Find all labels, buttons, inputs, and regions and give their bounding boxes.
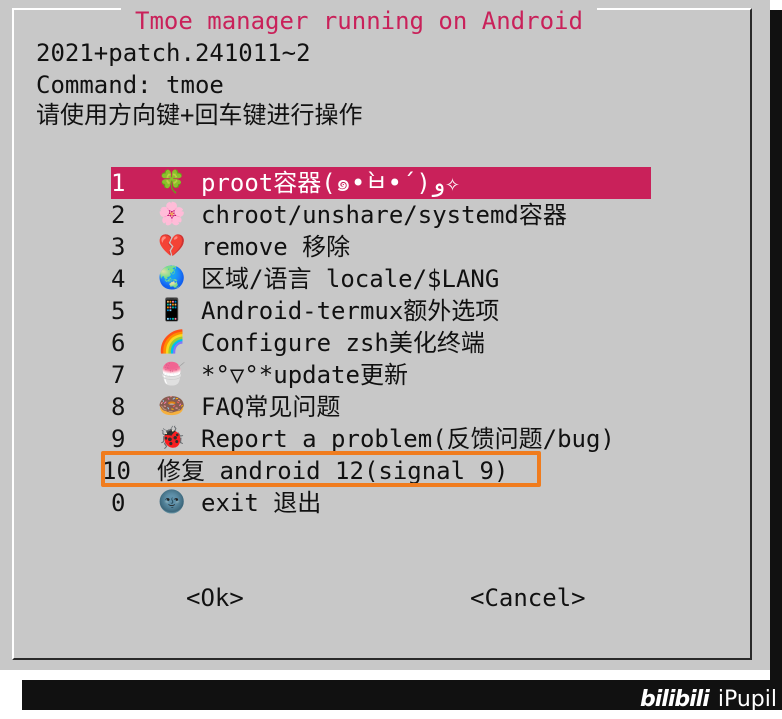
menu-item-termux-options[interactable]: 5 📱 Android-termux额外选项 [111, 295, 651, 327]
bilibili-logo: bilibili [640, 687, 710, 712]
menu-item-label: *°▽°*update更新 [201, 361, 408, 389]
menu-item-number: 8 [111, 393, 126, 421]
menu-item-update[interactable]: 7 🍧 *°▽°*update更新 [111, 359, 651, 391]
dialog-shadow-right [770, 10, 782, 710]
menu-item-remove[interactable]: 3 💔 remove 移除 [111, 231, 651, 263]
cherry-blossom-icon: 🌸 [158, 202, 186, 227]
menu-item-exit[interactable]: 0 🌚 exit 退出 [111, 487, 651, 519]
menu-item-label: FAQ常见问题 [201, 393, 341, 421]
menu-item-number: 7 [111, 361, 126, 389]
shaved-ice-icon: 🍧 [158, 362, 186, 387]
doughnut-icon: 🍩 [158, 394, 186, 419]
menu-item-number: 6 [111, 329, 126, 357]
menu-item-label: exit 退出 [201, 489, 322, 517]
menu-item-number: 2 [111, 201, 126, 229]
new-moon-face-icon: 🌚 [158, 490, 186, 515]
mobile-phone-icon: 📱 [158, 298, 186, 323]
menu-item-label: 区域/语言 locale/$LANG [201, 265, 500, 293]
ok-button[interactable]: <Ok> [186, 583, 244, 613]
menu-item-label: remove 移除 [201, 233, 351, 261]
rainbow-icon: 🌈 [158, 330, 186, 355]
terminal-screen: Tmoe manager running on Android 2021+pat… [0, 0, 782, 719]
menu-item-number: 1 [111, 169, 126, 197]
cancel-button[interactable]: <Cancel> [470, 583, 586, 613]
four-leaf-clover-icon: 🍀 [158, 170, 186, 195]
command-text: Command: tmoe [36, 71, 224, 99]
menu-item-proot[interactable]: 1 🍀 proot容器(๑•̀ㅂ•́)و✧ [111, 167, 651, 199]
menu-item-label: Configure zsh美化终端 [201, 329, 485, 357]
annotation-highlight-box [101, 451, 541, 487]
watermark-username: iPupil [717, 687, 777, 712]
globe-icon: 🌏 [158, 266, 186, 291]
version-text: 2021+patch.241011~2 [36, 39, 311, 67]
menu-item-label: proot容器(๑•̀ㅂ•́)و✧ [201, 169, 460, 197]
menu-item-number: 5 [111, 297, 126, 325]
menu-item-number: 4 [111, 265, 126, 293]
menu-item-number: 3 [111, 233, 126, 261]
whiptail-dialog: Tmoe manager running on Android 2021+pat… [0, 0, 770, 670]
menu-item-chroot[interactable]: 2 🌸 chroot/unshare/systemd容器 [111, 199, 651, 231]
instruction-text: 请使用方向键+回车键进行操作 [36, 101, 363, 129]
menu-item-faq[interactable]: 8 🍩 FAQ常见问题 [111, 391, 651, 423]
menu-item-number: 0 [111, 489, 126, 517]
broken-heart-icon: 💔 [158, 234, 186, 259]
menu-item-label: Android-termux额外选项 [201, 297, 500, 325]
menu-item-configure-zsh[interactable]: 6 🌈 Configure zsh美化终端 [111, 327, 651, 359]
watermark: bilibili iPupil [640, 684, 777, 716]
menu-item-locale[interactable]: 4 🌏 区域/语言 locale/$LANG [111, 263, 651, 295]
menu-item-label: chroot/unshare/systemd容器 [201, 201, 567, 229]
dialog-title: Tmoe manager running on Android [121, 6, 597, 36]
